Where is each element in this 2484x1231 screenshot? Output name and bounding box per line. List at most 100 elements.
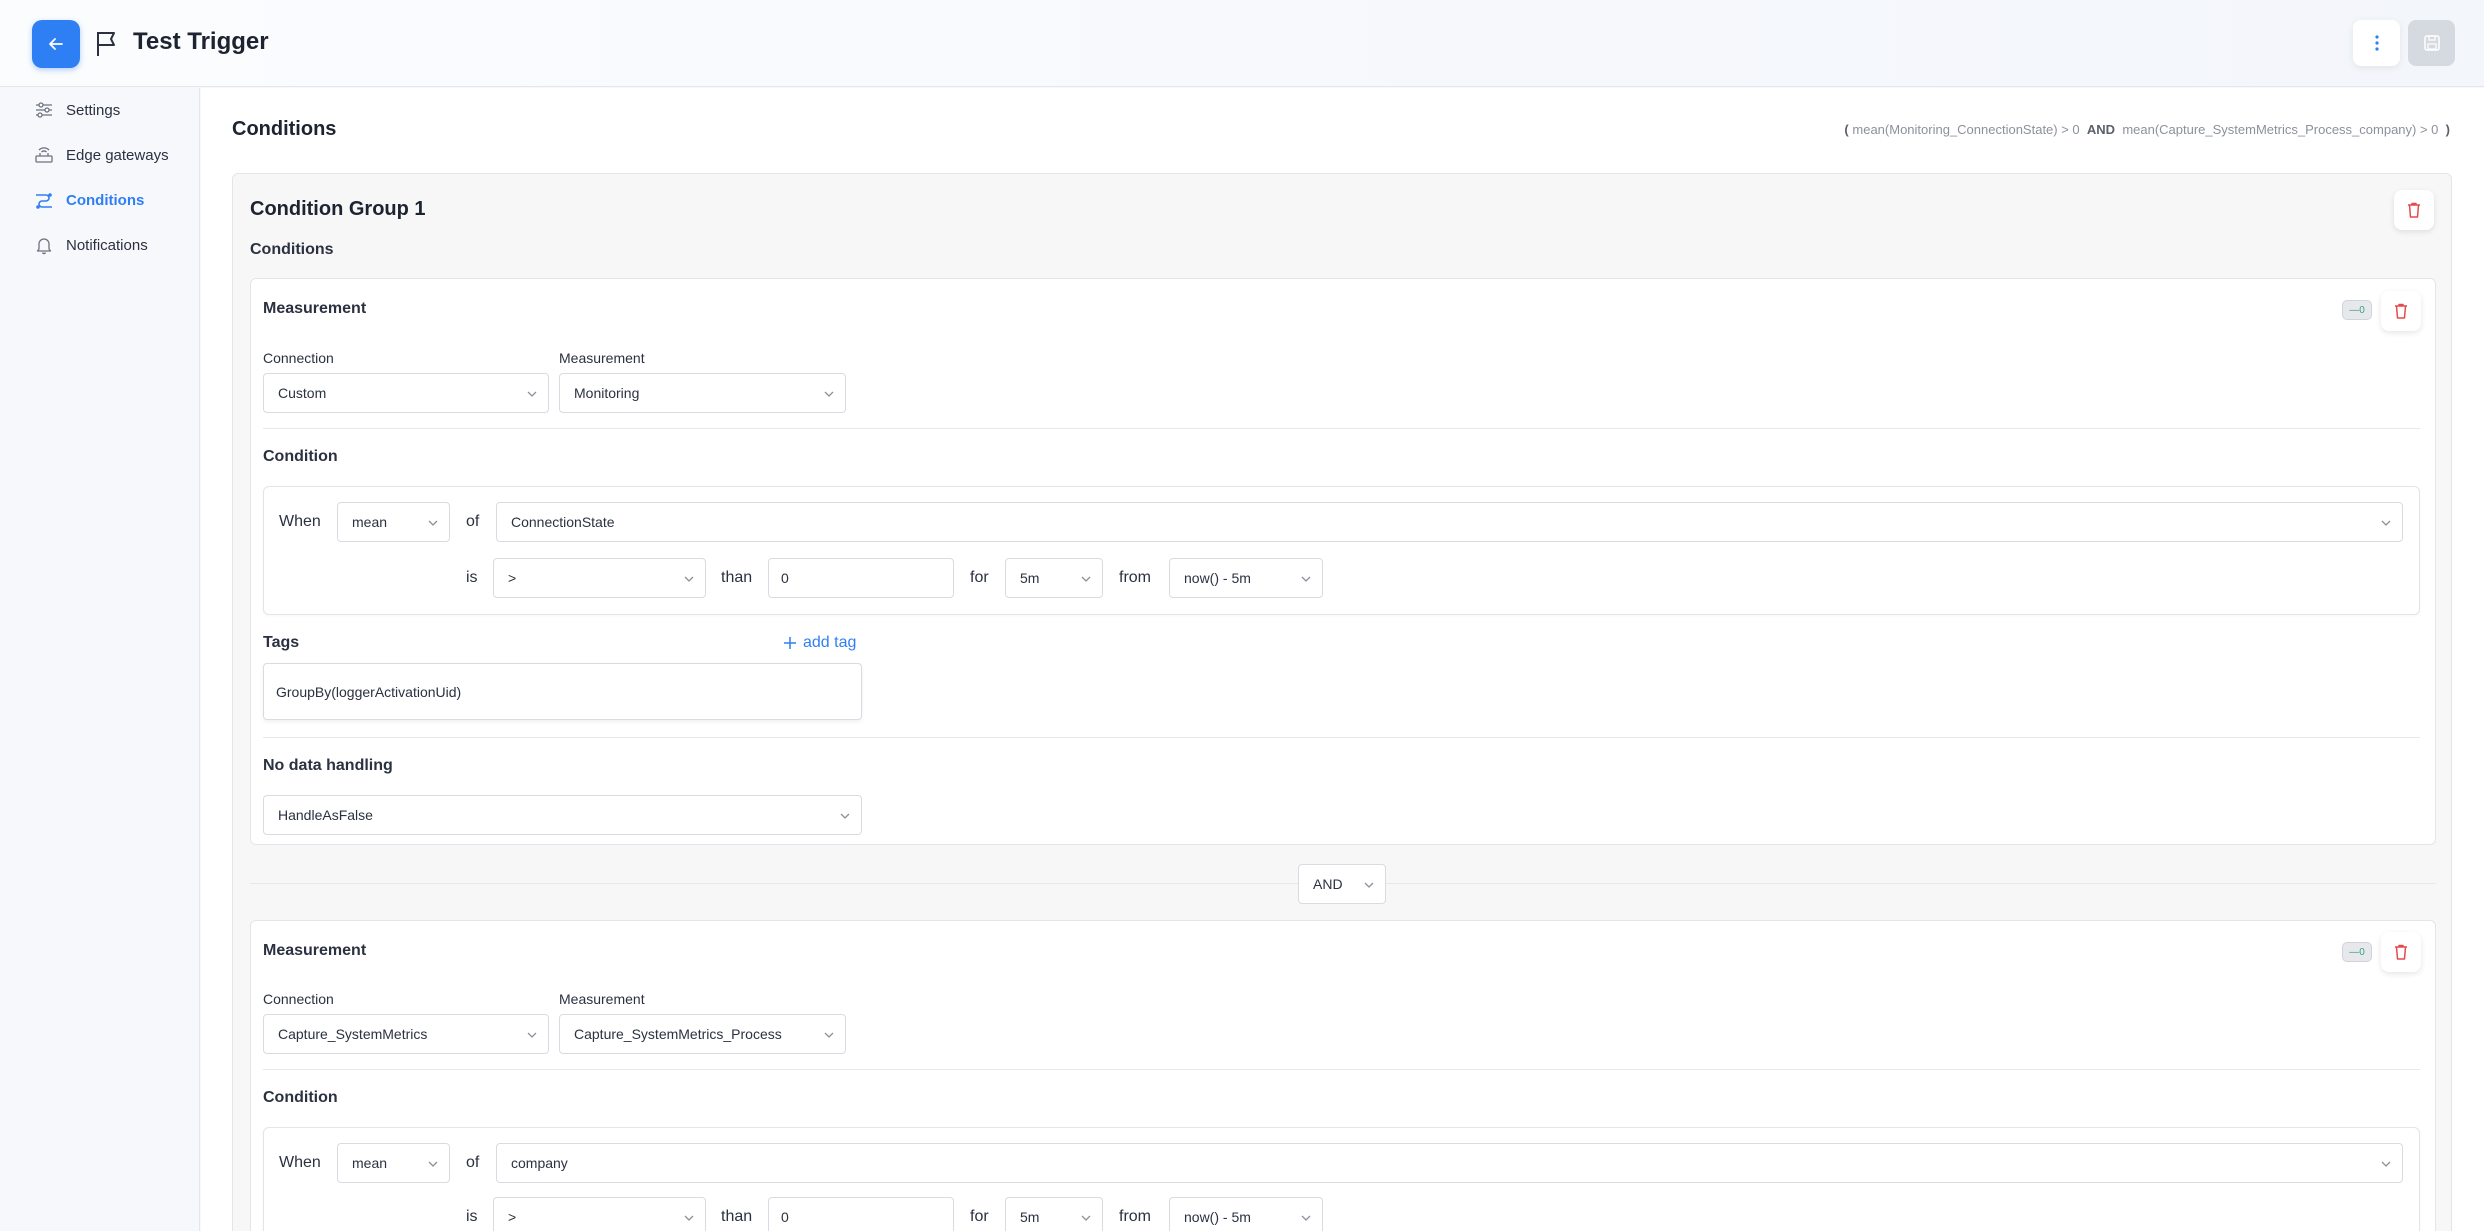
- aggregate-select[interactable]: mean: [337, 502, 450, 542]
- trash-icon: [2395, 303, 2407, 319]
- condition-expression: ( mean(Monitoring_ConnectionState) > 0 A…: [1844, 122, 2450, 137]
- threshold-value: 0: [781, 570, 789, 586]
- duration-select[interactable]: 5m: [1005, 1197, 1103, 1231]
- from-select[interactable]: now() - 5m: [1169, 1197, 1323, 1231]
- threshold-input[interactable]: 0: [768, 1197, 954, 1231]
- conditions-icon: [36, 193, 52, 209]
- sidebar-item-label: Edge gateways: [66, 146, 169, 164]
- chevron-down-icon: [824, 391, 834, 397]
- connection-select[interactable]: Custom: [263, 373, 549, 413]
- toggle-off-icon: —0: [2349, 946, 2365, 958]
- duration-value: 5m: [1020, 570, 1040, 586]
- operator-select[interactable]: >: [493, 1197, 706, 1231]
- divider: [263, 1069, 2420, 1070]
- expression-operator: AND: [2086, 122, 2116, 137]
- connection-select[interactable]: Capture_SystemMetrics: [263, 1014, 549, 1054]
- measurement-select[interactable]: Monitoring: [559, 373, 846, 413]
- expression-left: mean(Monitoring_ConnectionState) > 0: [1852, 122, 2080, 137]
- duration-value: 5m: [1020, 1209, 1040, 1225]
- expression-open-paren: (: [1844, 122, 1849, 137]
- tags-field[interactable]: GroupBy(loggerActivationUid): [263, 663, 862, 720]
- from-value: now() - 5m: [1184, 570, 1251, 586]
- gateway-icon: [35, 147, 53, 163]
- connection-label: Connection: [263, 991, 334, 1007]
- is-label: is: [466, 1208, 478, 1225]
- chevron-down-icon: [527, 391, 537, 397]
- chevron-down-icon: [684, 1215, 694, 1221]
- chevron-down-icon: [1301, 576, 1311, 582]
- of-label: of: [466, 1154, 480, 1171]
- more-options-button[interactable]: [2353, 20, 2400, 66]
- measurement-select[interactable]: Capture_SystemMetrics_Process: [559, 1014, 846, 1054]
- measurement-value: Monitoring: [574, 385, 640, 401]
- field-value: ConnectionState: [511, 514, 615, 530]
- chevron-down-icon: [527, 1032, 537, 1038]
- sidebar-item-label: Settings: [66, 101, 121, 119]
- condition-group-title: Condition Group 1: [250, 198, 426, 220]
- sidebar-item-edge-gateways[interactable]: Edge gateways: [34, 140, 169, 170]
- operator-value: >: [508, 1209, 517, 1225]
- sliders-icon: [36, 102, 52, 118]
- is-label: is: [466, 569, 478, 586]
- than-label: than: [721, 1208, 753, 1225]
- kebab-menu-icon: [2374, 35, 2379, 51]
- measurement-title: Measurement: [263, 300, 367, 317]
- save-icon: [2423, 35, 2440, 51]
- sidebar-item-settings[interactable]: Settings: [34, 95, 120, 125]
- measurement-label: Measurement: [559, 350, 645, 366]
- operator-select[interactable]: >: [493, 558, 706, 598]
- chevron-down-icon: [1301, 1215, 1311, 1221]
- delete-measurement-button[interactable]: [2381, 932, 2421, 972]
- field-select[interactable]: ConnectionState: [496, 502, 2403, 542]
- aggregate-select[interactable]: mean: [337, 1143, 450, 1183]
- threshold-input[interactable]: 0: [768, 558, 954, 598]
- measurement-value: Capture_SystemMetrics_Process: [574, 1026, 782, 1042]
- connection-label: Connection: [263, 350, 334, 366]
- chevron-down-icon: [684, 576, 694, 582]
- delete-group-button[interactable]: [2394, 190, 2434, 230]
- join-operator-select[interactable]: AND: [1298, 864, 1386, 904]
- connection-value: Custom: [278, 385, 327, 401]
- from-select[interactable]: now() - 5m: [1169, 558, 1323, 598]
- measurement-title: Measurement: [263, 942, 367, 959]
- trash-icon: [2408, 202, 2420, 218]
- page-title: Test Trigger: [133, 28, 269, 55]
- aggregate-value: mean: [352, 514, 388, 530]
- save-button[interactable]: [2408, 20, 2455, 66]
- when-label: When: [279, 513, 321, 530]
- expression-close-paren: ): [2445, 122, 2450, 137]
- flag-icon: [97, 32, 115, 56]
- arrow-left-icon: [49, 38, 63, 50]
- chevron-down-icon: [2381, 520, 2391, 526]
- chevron-down-icon: [1081, 1215, 1091, 1221]
- nodata-select[interactable]: HandleAsFalse: [263, 795, 862, 835]
- condition-title: Condition: [263, 448, 338, 465]
- delete-measurement-button[interactable]: [2381, 291, 2421, 331]
- section-title: Conditions: [232, 118, 337, 140]
- enable-toggle[interactable]: —0: [2342, 942, 2372, 962]
- chevron-down-icon: [2381, 1161, 2391, 1167]
- measurement-label: Measurement: [559, 991, 645, 1007]
- nodata-value: HandleAsFalse: [278, 807, 373, 823]
- sidebar-item-label: Notifications: [66, 236, 148, 254]
- sidebar-item-conditions[interactable]: Conditions: [34, 185, 144, 215]
- conditions-subtitle: Conditions: [250, 241, 334, 258]
- add-tag-button[interactable]: add tag: [783, 634, 856, 652]
- sidebar-item-notifications[interactable]: Notifications: [34, 230, 148, 260]
- chevron-down-icon: [1081, 576, 1091, 582]
- chevron-down-icon: [1364, 882, 1374, 888]
- chevron-down-icon: [824, 1032, 834, 1038]
- threshold-value: 0: [781, 1209, 789, 1225]
- divider: [263, 428, 2420, 429]
- duration-select[interactable]: 5m: [1005, 558, 1103, 598]
- field-select[interactable]: company: [496, 1143, 2403, 1183]
- back-button[interactable]: [32, 20, 80, 68]
- bell-icon: [36, 238, 52, 255]
- enable-toggle[interactable]: —0: [2342, 300, 2372, 320]
- condition-title: Condition: [263, 1089, 338, 1106]
- field-value: company: [511, 1155, 568, 1171]
- from-value: now() - 5m: [1184, 1209, 1251, 1225]
- top-bar: Test Trigger: [0, 0, 2484, 87]
- for-label: for: [970, 569, 989, 586]
- join-operator-value: AND: [1313, 876, 1343, 892]
